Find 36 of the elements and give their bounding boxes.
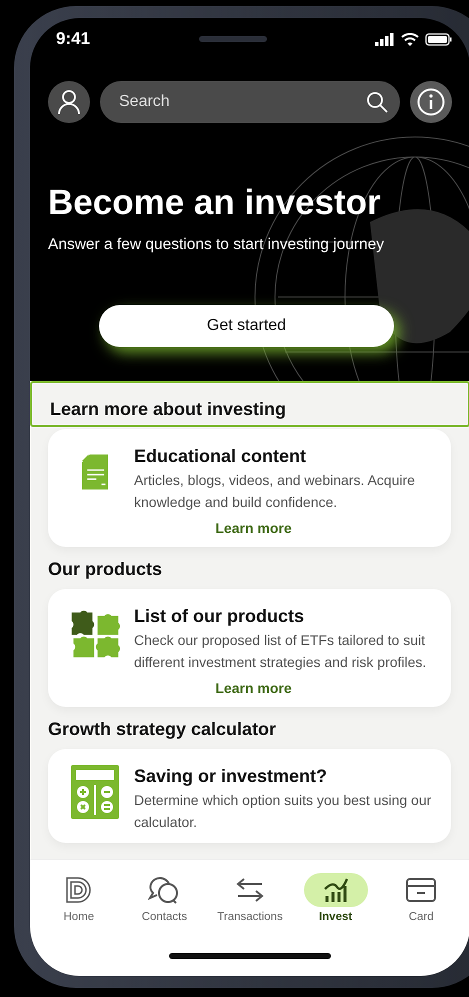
nav-tab[interactable]: Transactions [210, 873, 290, 923]
speaker-slot [198, 36, 267, 42]
chat-bubbles-icon [148, 876, 180, 904]
person-icon [58, 90, 80, 114]
hero-title: Become an investor [48, 182, 382, 224]
credit-card-icon [406, 878, 436, 902]
wifi-icon [401, 32, 419, 46]
card-title: List of our products [134, 605, 305, 627]
card-description: Articles, blogs, videos, and webinars. Acquire knowledge and build confidence. [134, 471, 416, 512]
swap-arrows-icon [236, 878, 264, 902]
card-title: Saving or investment? [134, 765, 328, 787]
section-title: Learn more about investing [30, 381, 469, 427]
battery-icon [425, 32, 452, 46]
section-title: Growth strategy calculator [48, 718, 278, 741]
signal-icon [375, 32, 395, 46]
calculator-icon [71, 765, 119, 819]
get-started-button[interactable]: Get started [99, 305, 394, 347]
letter-d-logo-icon [66, 877, 92, 903]
nav-tab[interactable]: Home [38, 873, 119, 923]
search-field[interactable]: Search [100, 81, 400, 123]
search-icon [366, 91, 388, 113]
info-icon [417, 88, 445, 116]
hero-subtitle: Answer a few questions to start investing journey [48, 235, 386, 255]
search-input[interactable]: Search [117, 92, 366, 112]
profile-button[interactable] [48, 81, 90, 123]
card-title: Educational content [134, 445, 308, 467]
learn-more-link[interactable]: Learn more [209, 519, 298, 537]
nav-tab[interactable]: Card [381, 873, 462, 923]
card-description: Determine which option suits you best using our calculator. [134, 791, 432, 832]
info-button[interactable] [410, 81, 452, 123]
learn-more-link[interactable]: Learn more [209, 679, 298, 697]
section-title: Our products [48, 558, 164, 581]
nav-tab[interactable]: Contacts [124, 873, 204, 923]
growth-chart-icon [322, 877, 349, 903]
status-time: 9:41 [56, 29, 90, 49]
card-description: Check our proposed list of ETFs tailored to suit different investment strategies and risk profiles. [134, 631, 428, 672]
